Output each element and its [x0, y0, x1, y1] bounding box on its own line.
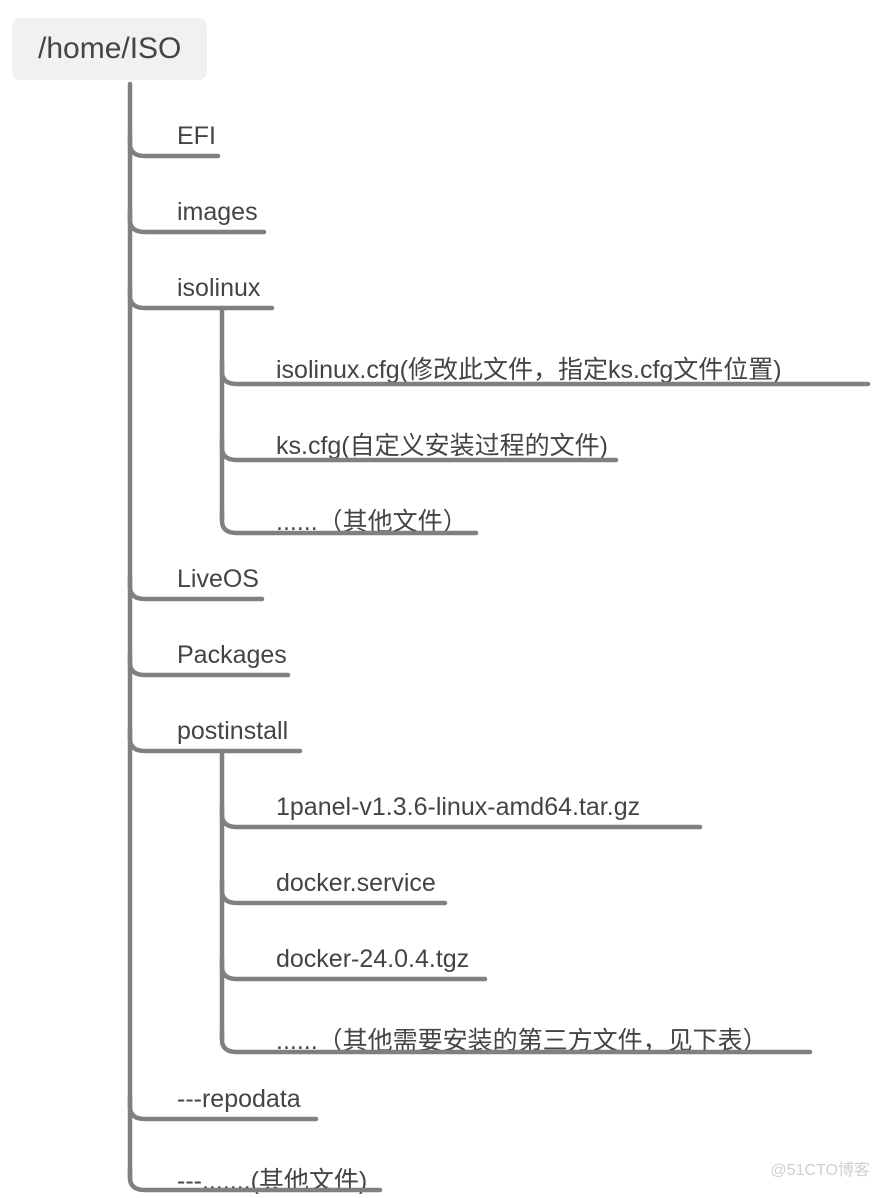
- tree-connectors: [0, 0, 880, 1198]
- watermark: @51CTO博客: [770, 1156, 870, 1180]
- tree-diagram: /home/ISO EFI images isolinux LiveOS Pac…: [0, 0, 880, 1198]
